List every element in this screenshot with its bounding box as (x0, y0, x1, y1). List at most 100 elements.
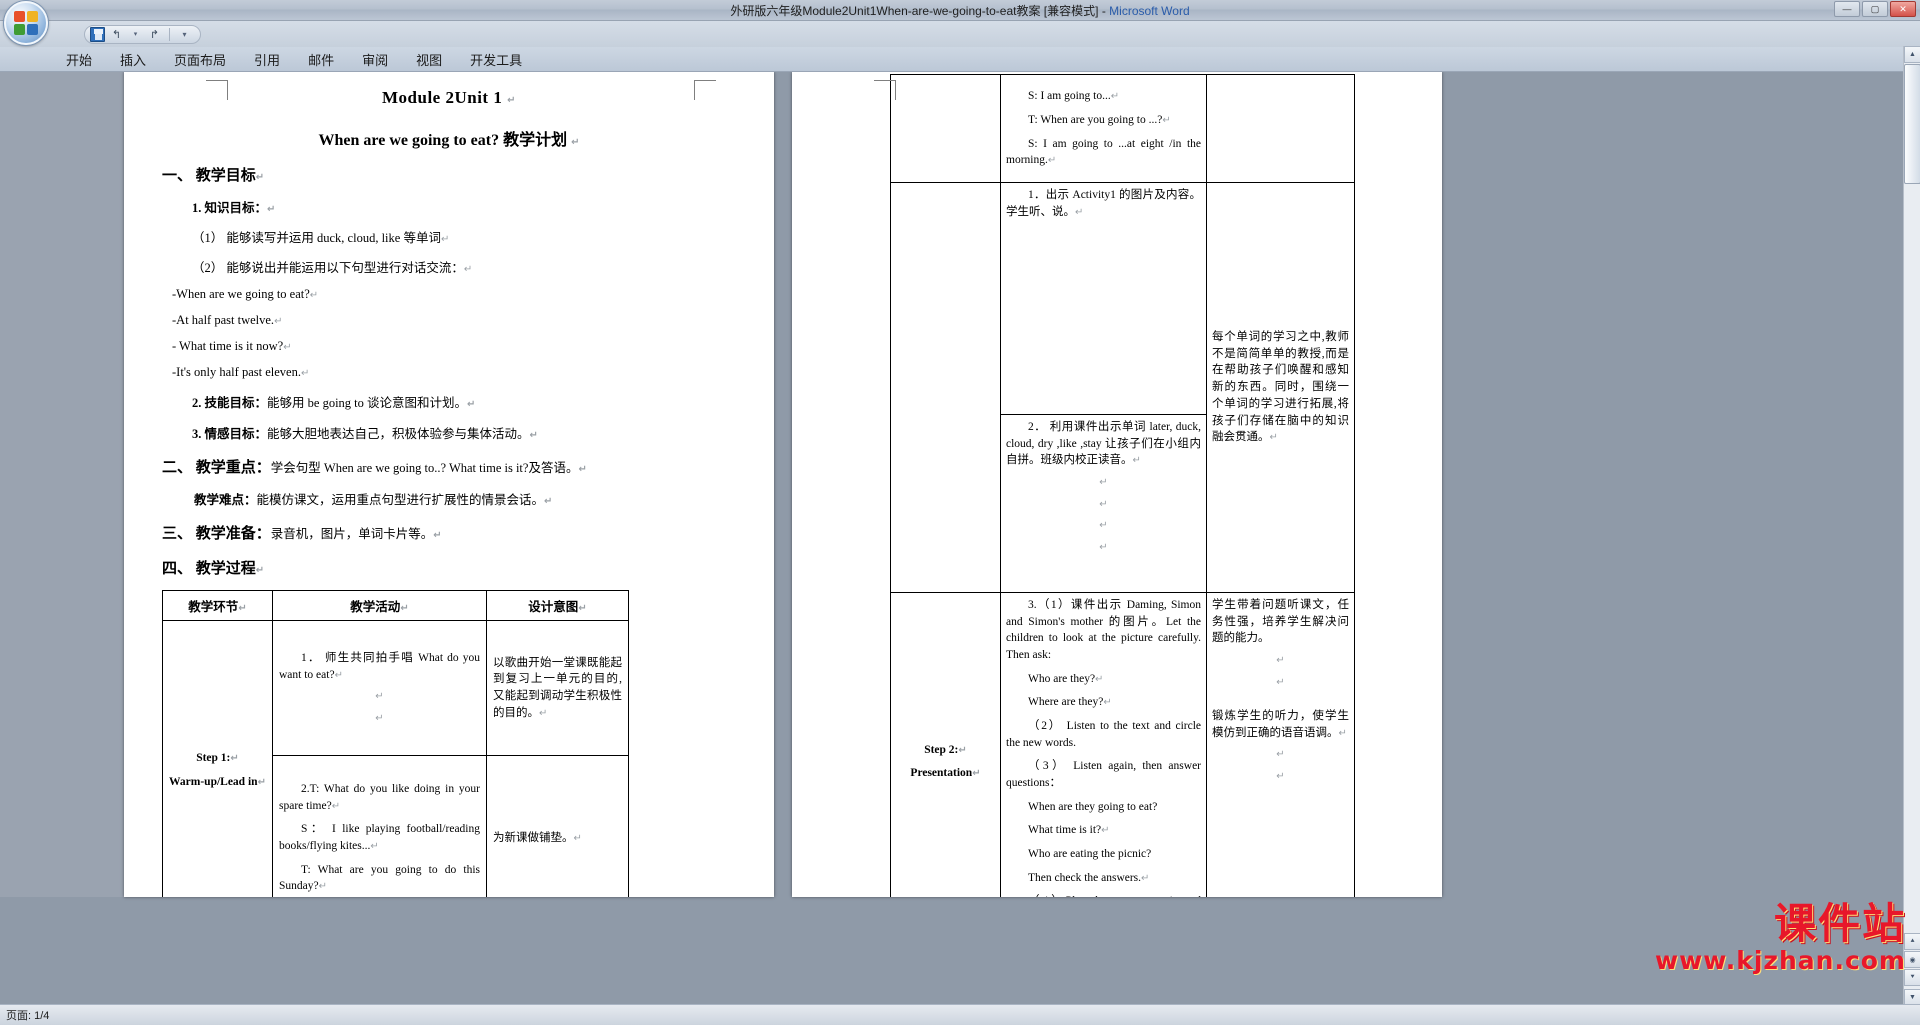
section-heading-2-text: 二、 教学重点： (162, 460, 271, 476)
document-title-line1: Module 2Unit 1 ↵ (146, 72, 752, 108)
empty-paragraph-mark: ↵ (375, 691, 384, 703)
table-cell-activity: 3.（1）课件出示 Daming, Simon and Simon's moth… (1000, 592, 1207, 897)
quick-access-toolbar: ↰ ▾ ↱ ▾ (84, 24, 201, 44)
example-sentence-2-text: -At half past twelve. (172, 313, 275, 327)
word-window: 外研版六年级Module2Unit1When-are-we-going-to-e… (0, 0, 1920, 1025)
activity-line-text: Who are eating the picnic? (1028, 848, 1152, 861)
next-page-button[interactable]: ⯆ (1904, 969, 1920, 986)
intent-line: 为新课做铺垫。↵ (493, 830, 622, 847)
pilcrow-icon: ↵ (318, 881, 327, 893)
teaching-difficulty: 教学难点：能模仿课文，运用重点句型进行扩展性的情景会话。↵ (194, 489, 752, 508)
scrollbar-thumb[interactable] (1904, 64, 1920, 184)
empty-paragraph-mark: ↵ (1099, 541, 1108, 553)
pilcrow-icon: ↵ (578, 603, 587, 614)
ribbon-tab-insert[interactable]: 插入 (106, 51, 160, 71)
objective-knowledge-a-text: （1） 能够读写并运用 duck, cloud, like 等单词 (192, 231, 441, 245)
activity-line: What time is it?↵ (1006, 822, 1201, 839)
table-row: S: I am going to... ↵ T: When are you goi… (890, 74, 1355, 183)
close-button[interactable]: ✕ (1890, 1, 1916, 17)
section-heading-1-text: 一、 教学目标 (162, 168, 256, 184)
ribbon-tab-home[interactable]: 开始 (52, 51, 106, 71)
title-bar: 外研版六年级Module2Unit1When-are-we-going-to-e… (0, 0, 1920, 21)
office-orb-button[interactable] (4, 1, 48, 45)
undo-icon[interactable]: ↰ (109, 27, 124, 42)
activity-line-text: S: I am going to... (1028, 90, 1111, 103)
document-canvas[interactable]: Module 2Unit 1 ↵ When are we going to ea… (0, 72, 1920, 1005)
table-cell-intent: 以歌曲开始一堂课既能起到复习上一单元的目的,又能起到调动学生积极性的目的。↵ (486, 620, 629, 756)
pilcrow-icon: ↵ (1047, 155, 1057, 167)
pilcrow-icon: ↵ (972, 768, 981, 780)
ribbon-tab-mailings[interactable]: 邮件 (294, 51, 348, 71)
table-row: Step 2:↵ Presentation↵ 3.（1）课件出示 Daming,… (890, 592, 1355, 897)
pilcrow-icon: ↵ (300, 368, 310, 379)
document-title-line2-text: When are we going to eat? 教学计划 (318, 132, 568, 149)
customize-toolbar-caret-icon[interactable]: ▾ (177, 27, 192, 42)
ribbon-tab-review[interactable]: 审阅 (348, 51, 402, 71)
document-page-left: Module 2Unit 1 ↵ When are we going to ea… (124, 72, 774, 897)
table-cell-activity: 2.T: What do you like doing in your spar… (272, 755, 487, 897)
ribbon-tab-page-layout[interactable]: 页面布局 (160, 51, 240, 71)
status-page-info[interactable]: 页面: 1/4 (6, 1007, 63, 1023)
section-heading-1: 一、 教学目标↵ (162, 164, 752, 185)
pilcrow-icon: ↵ (283, 342, 292, 353)
pilcrow-icon: ↵ (1101, 825, 1110, 837)
maximize-button[interactable]: ▢ (1862, 1, 1888, 17)
table-cell-intent: 为新课做铺垫。↵ (486, 755, 629, 897)
ribbon-tab-view[interactable]: 视图 (402, 51, 456, 71)
minimize-button[interactable]: — (1834, 1, 1860, 17)
pilcrow-icon: ↵ (1338, 727, 1347, 739)
teaching-process-table-continued: S: I am going to... ↵ T: When are you goi… (890, 74, 1355, 897)
intent-line-text: 每个单词的学习之中,教师不是简简单单的教授,而是在帮助孩子们唤醒和感知新的东西。… (1212, 331, 1349, 444)
objective-knowledge-label-text: 1. 知识目标： (192, 201, 268, 215)
document-title-line1-text: Module 2Unit 1 (382, 88, 503, 107)
step-label-line1-text: Step 1: (196, 752, 231, 765)
intent-line: 每个单词的学习之中,教师不是简简单单的教授,而是在帮助孩子们唤醒和感知新的东西。… (1212, 329, 1349, 446)
toolbar-divider (169, 27, 170, 41)
objective-skill-text: 能够用 be going to 谈论意图和计划。 (267, 396, 468, 410)
section-2-body-text: 学会句型 When are we going to..? What time i… (270, 461, 579, 475)
intent-line: 以歌曲开始一堂课既能起到复习上一单元的目的,又能起到调动学生积极性的目的。↵ (493, 655, 622, 722)
pilcrow-icon: ↵ (370, 841, 379, 852)
objective-skill-label: 2. 技能目标： (192, 396, 268, 410)
step-label-line2-text: Presentation (910, 767, 973, 780)
vertical-scrollbar[interactable]: ▲ ⯅ ◉ ⯆ ▼ (1903, 46, 1920, 1006)
redo-icon[interactable]: ↱ (147, 27, 162, 42)
pilcrow-icon: ↵ (1141, 872, 1150, 884)
objective-knowledge-label: 1. 知识目标：↵ (192, 197, 752, 216)
step-label-line2-text: Warm-up/Lead in (169, 776, 258, 788)
pilcrow-icon: ↵ (433, 530, 442, 541)
step-label-line2: Presentation↵ (896, 765, 995, 782)
save-icon[interactable] (90, 26, 105, 42)
ribbon-tab-bar: 开始 插入 页面布局 引用 邮件 审阅 视图 开发工具 (0, 47, 1920, 72)
pilcrow-icon: ↵ (440, 234, 450, 245)
empty-paragraph-mark: ↵ (1276, 676, 1285, 688)
ribbon-tab-references[interactable]: 引用 (240, 51, 294, 71)
activity-line: T: When are you going to ...?↵ (1006, 112, 1201, 129)
example-sentence-4: -It's only half past eleven.↵ (172, 365, 752, 380)
pilcrow-icon: ↵ (334, 669, 343, 681)
pilcrow-icon: ↵ (1132, 455, 1141, 467)
status-bar: 页面: 1/4 (0, 1004, 1920, 1025)
scroll-up-button[interactable]: ▲ (1904, 46, 1920, 63)
previous-page-button[interactable]: ⯅ (1904, 933, 1920, 950)
pilcrow-icon: ↵ (571, 137, 580, 148)
table-header-step: 教学环节↵ (162, 590, 273, 621)
pilcrow-icon: ↵ (507, 95, 516, 106)
ribbon-tab-developer[interactable]: 开发工具 (456, 51, 536, 71)
step-label-line2: Warm-up/Lead in↵ (169, 774, 266, 791)
quick-access-toolbar-row: ↰ ▾ ↱ ▾ (0, 21, 1920, 47)
section-heading-3-text: 三、 教学准备： (162, 526, 271, 542)
activity-line: S: I am going to ...at eight /in the mor… (1006, 136, 1201, 169)
pilcrow-icon: ↵ (331, 800, 341, 812)
page-left-body: Module 2Unit 1 ↵ When are we going to ea… (124, 72, 774, 897)
activity-line: 1．出示 Activity1 的图片及内容。学生听、说。↵ (1006, 187, 1201, 220)
site-watermark: 课件站 www.kjzhan.com (1655, 901, 1906, 975)
activity-line: Who are they?↵ (1006, 671, 1201, 688)
activity-line-text: T: What are you going to do this Sunday? (279, 863, 480, 893)
example-sentence-2: -At half past twelve.↵ (172, 313, 752, 328)
objective-emotion-label: 3. 情感目标： (192, 427, 268, 441)
select-browse-object-button[interactable]: ◉ (1904, 951, 1920, 968)
pilcrow-icon: ↵ (1075, 206, 1084, 218)
example-sentence-3: - What time is it now?↵ (172, 339, 752, 354)
undo-dropdown-caret-icon[interactable]: ▾ (128, 27, 143, 42)
